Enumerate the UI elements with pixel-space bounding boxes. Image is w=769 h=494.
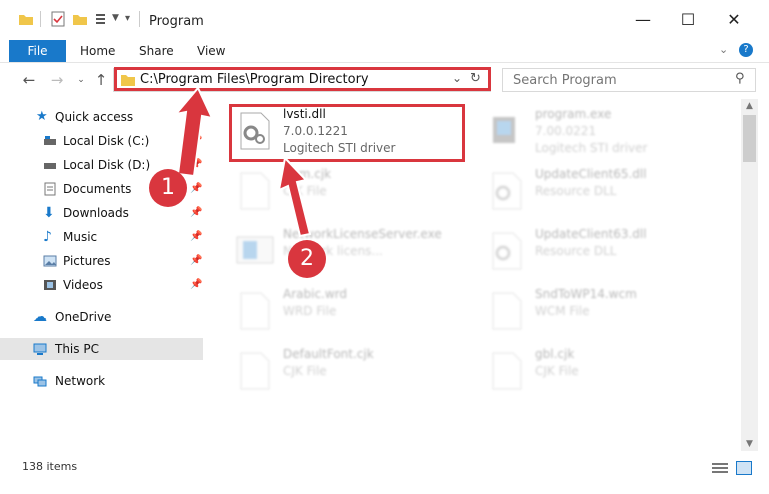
file-item-defaultfont-cjk[interactable]: DefaultFont.cjk CJK File [231,345,471,399]
ribbon: File Home Share View ⌄ ? [0,40,769,63]
download-icon: ⬇ [43,205,55,221]
help-icon[interactable]: ? [739,43,753,57]
file-item-gbl-cjk[interactable]: gbl.cjk CJK File [483,345,723,399]
sidebar-item-pictures[interactable]: Pictures 📌 [0,250,203,272]
item-count: 138 items [22,460,78,473]
file-item-program-exe[interactable]: program.exe 7.00.0221 Logitech STI drive… [483,105,723,159]
status-bar: 138 items [0,451,769,494]
file-icon [240,292,270,330]
address-dropdown-icon[interactable]: ⌄ [452,71,462,85]
file-highlight-box [229,104,465,162]
refresh-icon[interactable]: ↻ [470,71,481,86]
pin-icon: 📌 [190,183,203,194]
file-item-updateclient65-dll[interactable]: UpdateClient65.dll Resource DLL [483,165,723,219]
expand-ribbon-icon[interactable]: ⌄ [719,43,728,56]
customize-qat-icon[interactable] [94,11,110,27]
sidebar-item-music[interactable]: ♪ Music 📌 [0,226,203,248]
navigation-pane: ★ Quick access Local Disk (C:) 📌 Local D… [0,99,205,451]
file-item-sndtowp14-wcm[interactable]: SndToWP14.wcm WCM File [483,285,723,339]
file-item-updateclient63-dll[interactable]: UpdateClient63.dll Resource DLL [483,225,723,279]
star-icon: ★ [36,109,48,124]
exe-file-icon [493,117,515,143]
address-row: ← → ⌄ ↑ C:\Program Files\Program Directo… [0,63,769,99]
file-icon [240,352,270,390]
title-bar: ▼ ▾ Program — ☐ ✕ [0,0,769,40]
search-box[interactable]: ⚲ [502,68,756,92]
file-item-networklicenseserver-exe[interactable]: NetworkLicenseServer.exe Network licens.… [231,225,471,279]
file-icon [240,172,270,210]
pin-icon: 📌 [190,231,203,242]
sidebar-item-this-pc[interactable]: This PC [0,338,203,360]
network-icon [33,376,47,387]
pictures-icon [43,255,57,267]
folder-icon [19,15,33,25]
properties-icon[interactable] [50,11,66,27]
scroll-thumb[interactable] [743,115,756,162]
recent-locations-button[interactable]: ⌄ [72,71,90,89]
tab-view[interactable]: View [197,40,225,62]
step-1-badge: 1 [149,169,187,207]
scroll-up-icon[interactable]: ▲ [741,101,758,111]
details-view-icon[interactable] [712,462,728,474]
tab-file[interactable]: File [9,40,66,62]
step-2-badge: 2 [288,240,326,278]
computer-icon [33,343,47,355]
back-button[interactable]: ← [20,71,38,89]
address-path: C:\Program Files\Program Directory [140,72,369,87]
dll-file-icon [492,232,522,270]
pin-icon: 📌 [190,279,203,290]
pin-icon: 📌 [190,159,203,170]
drive-icon [44,163,56,169]
drive-icon [44,136,56,145]
music-icon: ♪ [43,229,52,245]
search-icon: ⚲ [735,71,745,86]
scroll-down-icon[interactable]: ▼ [741,439,758,449]
file-item-com-cjk[interactable]: Com.cjk CJK File [231,165,471,219]
vertical-scrollbar[interactable]: ▲ ▼ [741,99,758,451]
cloud-icon: ☁ [33,309,47,325]
pin-icon: 📌 [190,207,203,218]
maximize-button[interactable]: ☐ [678,10,698,30]
documents-icon [44,182,56,196]
forward-button[interactable]: → [48,71,66,89]
file-icon [492,292,522,330]
tab-home[interactable]: Home [80,40,115,62]
dropdown-icon[interactable]: ▾ [125,13,130,24]
sidebar-item-videos[interactable]: Videos 📌 [0,274,203,296]
tab-share[interactable]: Share [139,40,174,62]
large-icons-view-icon[interactable] [736,461,752,475]
minimize-button[interactable]: — [633,10,653,30]
videos-icon [44,280,56,290]
file-icon [492,352,522,390]
dll-file-icon [492,172,522,210]
sidebar-item-network[interactable]: Network [0,370,203,392]
address-bar[interactable]: C:\Program Files\Program Directory ⌄ ↻ [113,68,491,92]
exe-file-icon [236,236,274,264]
folder-icon [121,75,135,86]
search-input[interactable] [511,69,735,91]
window-title: Program [149,14,204,29]
file-item-arabic-wrd[interactable]: Arabic.wrd WRD File [231,285,471,339]
chevron-down-icon[interactable]: ▼ [112,13,119,23]
up-button[interactable]: ↑ [92,71,110,89]
sidebar-item-onedrive[interactable]: ☁ OneDrive [0,306,203,328]
pin-icon: 📌 [190,135,203,146]
sidebar-item-local-disk-c[interactable]: Local Disk (C:) 📌 [0,130,203,152]
close-button[interactable]: ✕ [724,10,744,30]
pin-icon: 📌 [190,255,203,266]
new-folder-icon[interactable] [72,11,88,27]
sidebar-item-quick-access[interactable]: ★ Quick access [0,106,203,128]
